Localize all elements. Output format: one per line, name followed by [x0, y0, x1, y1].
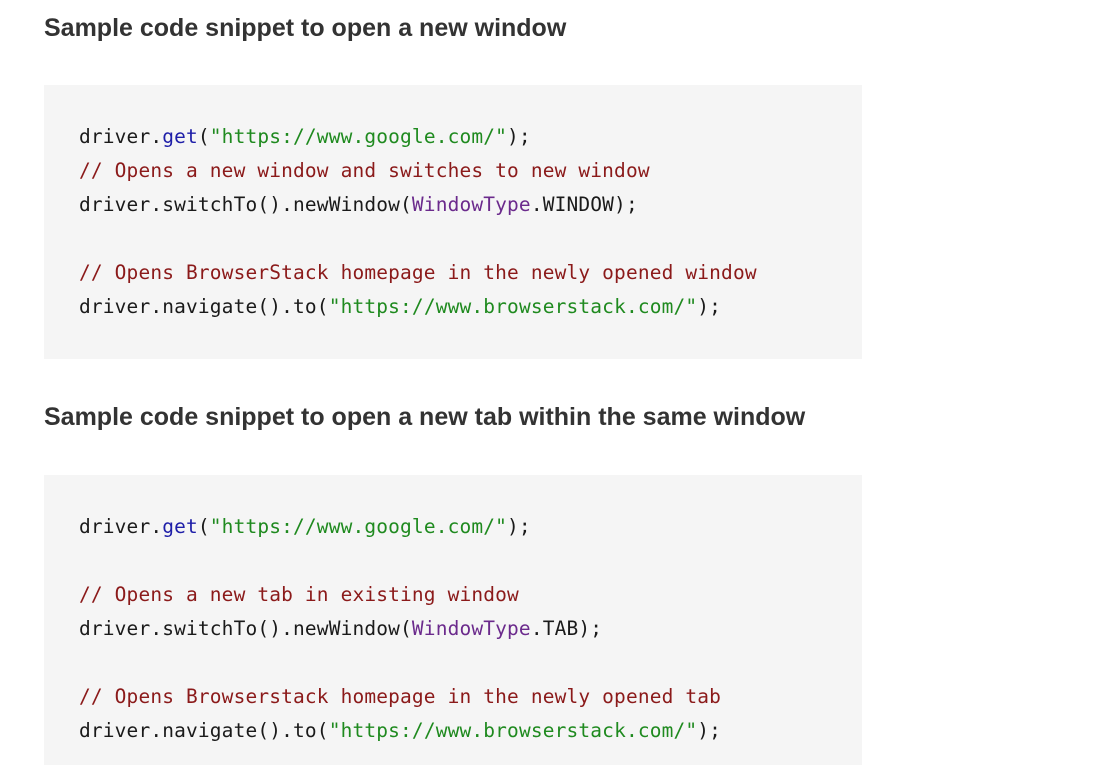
code-token: get [162, 515, 198, 538]
code-line: // Opens Browserstack homepage in the ne… [79, 685, 721, 709]
code-token: driver. [79, 515, 163, 538]
new-tab-heading: Sample code snippet to open a new tab wi… [44, 403, 806, 431]
code-token: ( [197, 125, 210, 148]
new-window-code-block[interactable]: driver.get("https://www.google.com/"); /… [44, 85, 862, 359]
code-comment: // Opens Browserstack homepage in the ne… [79, 685, 722, 708]
code-token: ); [507, 515, 531, 538]
code-token: driver. [79, 125, 163, 148]
code-line: driver.navigate().to("https://www.browse… [79, 295, 721, 319]
code-token: driver.switchTo().newWindow( [79, 193, 412, 216]
code-token: WindowType [411, 617, 531, 640]
new-tab-code-block[interactable]: driver.get("https://www.google.com/"); /… [44, 475, 862, 765]
code-line: driver.switchTo().newWindow(WindowType.W… [79, 193, 638, 217]
code-token: WindowType [411, 193, 531, 216]
code-line: driver.get("https://www.google.com/"); [79, 125, 531, 149]
code-token: driver.navigate().to( [79, 719, 329, 742]
code-comment: // Opens BrowserStack homepage in the ne… [79, 261, 757, 284]
code-token: .TAB); [530, 617, 603, 640]
code-token: driver.switchTo().newWindow( [79, 617, 412, 640]
code-line: driver.get("https://www.google.com/"); [79, 515, 531, 539]
code-line: // Opens a new tab in existing window [79, 583, 519, 607]
code-token: driver.navigate().to( [79, 295, 329, 318]
code-token: "https://www.browserstack.com/" [328, 295, 698, 318]
code-token: ); [507, 125, 531, 148]
code-comment: // Opens a new tab in existing window [79, 583, 519, 606]
code-token: "https://www.google.com/" [209, 125, 508, 148]
new-window-heading: Sample code snippet to open a new window [44, 14, 567, 42]
code-line: driver.switchTo().newWindow(WindowType.T… [79, 617, 602, 641]
code-token: "https://www.browserstack.com/" [328, 719, 698, 742]
code-token: .WINDOW); [530, 193, 638, 216]
code-token: ( [197, 515, 210, 538]
code-comment: // Opens a new window and switches to ne… [79, 159, 650, 182]
code-token: "https://www.google.com/" [209, 515, 508, 538]
code-line: // Opens a new window and switches to ne… [79, 159, 650, 183]
code-line: // Opens BrowserStack homepage in the ne… [79, 261, 757, 285]
code-token: get [162, 125, 198, 148]
code-token: ); [697, 719, 722, 742]
code-token: ); [697, 295, 722, 318]
code-line: driver.navigate().to("https://www.browse… [79, 719, 721, 743]
